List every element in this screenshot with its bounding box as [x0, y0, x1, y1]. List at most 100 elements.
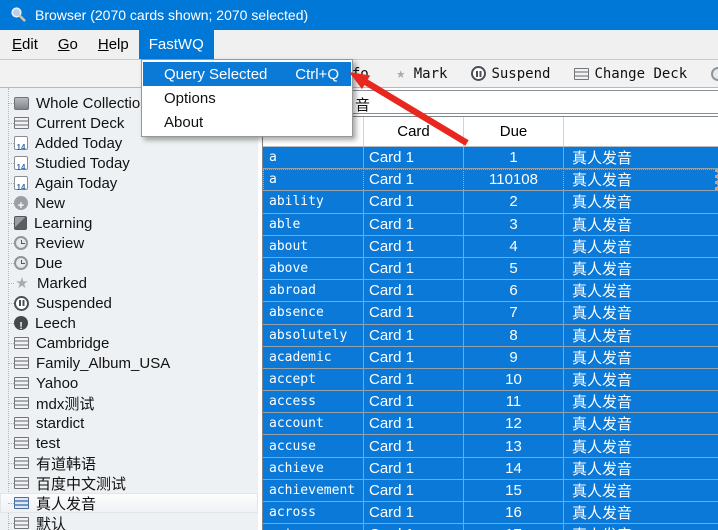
cell-due[interactable]: 10 — [464, 369, 564, 390]
cell-card[interactable]: Card 1 — [364, 302, 464, 323]
cell-sort-field[interactable]: able — [263, 214, 364, 235]
toolbar-reschedule-button[interactable] — [711, 67, 718, 81]
sidebar-item-yahoo[interactable]: Yahoo — [0, 373, 258, 393]
cell-card[interactable]: Card 1 — [364, 502, 464, 523]
menu-help[interactable]: Help — [88, 30, 139, 59]
cell-deck[interactable]: 真人发音 — [564, 435, 718, 456]
cell-due[interactable]: 2 — [464, 191, 564, 212]
cell-due[interactable]: 13 — [464, 435, 564, 456]
cell-deck[interactable]: 真人发音 — [564, 413, 718, 434]
cell-sort-field[interactable]: achieve — [263, 458, 364, 479]
cell-deck[interactable]: 真人发音 — [564, 147, 718, 168]
cell-card[interactable]: Card 1 — [364, 480, 464, 501]
table-row[interactable]: abroad Card 1 6 真人发音 — [263, 280, 718, 302]
cell-deck[interactable]: 真人发音 — [564, 236, 718, 257]
sidebar-item-youdao-korean[interactable]: 有道韩语 — [0, 453, 258, 473]
sidebar-item-test[interactable]: test — [0, 433, 258, 453]
cell-sort-field[interactable]: across — [263, 502, 364, 523]
table-row[interactable]: achievement Card 1 15 真人发音 — [263, 480, 718, 502]
table-row[interactable]: a Card 1 1 真人发音 — [263, 147, 718, 169]
cell-sort-field[interactable]: ability — [263, 191, 364, 212]
cell-deck[interactable]: 真人发音 — [564, 191, 718, 212]
cell-card[interactable]: Card 1 — [364, 280, 464, 301]
table-row[interactable]: absolutely Card 1 8 真人发音 — [263, 325, 718, 347]
cell-card[interactable]: Card 1 — [364, 258, 464, 279]
sidebar-item-review[interactable]: Review — [0, 233, 258, 253]
cell-card[interactable]: Card 1 — [364, 458, 464, 479]
cell-deck[interactable]: 真人发音 — [564, 458, 718, 479]
cell-sort-field[interactable]: academic — [263, 347, 364, 368]
cell-deck[interactable]: 真人发音 — [564, 280, 718, 301]
sidebar-item-new[interactable]: New — [0, 193, 258, 213]
cell-sort-field[interactable]: about — [263, 236, 364, 257]
sidebar-item-marked[interactable]: Marked — [0, 273, 258, 293]
cell-card[interactable]: Card 1 — [364, 413, 464, 434]
cell-due[interactable]: 7 — [464, 302, 564, 323]
menu-item-query-selected[interactable]: Query Selected Ctrl+Q — [143, 62, 351, 86]
cell-deck[interactable]: 真人发音 — [564, 391, 718, 412]
toolbar-change-deck-button[interactable]: Change Deck — [574, 66, 687, 82]
cell-deck[interactable]: 真人发音 — [564, 302, 718, 323]
table-row[interactable]: accept Card 1 10 真人发音 — [263, 369, 718, 391]
table-row[interactable]: achieve Card 1 14 真人发音 — [263, 458, 718, 480]
table-row[interactable]: account Card 1 12 真人发音 — [263, 413, 718, 435]
cell-due[interactable]: 4 — [464, 236, 564, 257]
sidebar-item-learning[interactable]: Learning — [0, 213, 258, 233]
sidebar-item-leech[interactable]: Leech — [0, 313, 258, 333]
cell-deck[interactable]: 真人发音 — [564, 214, 718, 235]
menu-edit[interactable]: Edit — [2, 30, 48, 59]
menu-item-about[interactable]: About — [143, 110, 351, 134]
cell-sort-field[interactable]: access — [263, 391, 364, 412]
table-row[interactable]: academic Card 1 9 真人发音 — [263, 347, 718, 369]
cell-due[interactable]: 14 — [464, 458, 564, 479]
cell-sort-field[interactable]: a — [263, 147, 364, 168]
cell-card[interactable]: Card 1 — [364, 391, 464, 412]
cell-due[interactable]: 110108 — [464, 169, 564, 190]
cell-due[interactable]: 8 — [464, 325, 564, 346]
sidebar-item-again-today[interactable]: Again Today — [0, 173, 258, 193]
table-row[interactable]: a Card 1 110108 真人发音 — [263, 169, 718, 191]
cell-due[interactable]: 9 — [464, 347, 564, 368]
table-row[interactable]: absence Card 1 7 真人发音 — [263, 302, 718, 324]
cell-card[interactable]: Card 1 — [364, 347, 464, 368]
table-row[interactable]: able Card 1 3 真人发音 — [263, 214, 718, 236]
sidebar-item-real-pronunciation[interactable]: 真人发音 — [0, 493, 258, 513]
menu-item-options[interactable]: Options — [143, 86, 351, 110]
table-row[interactable]: about Card 1 4 真人发音 — [263, 236, 718, 258]
cell-deck[interactable]: 真人发音 — [564, 502, 718, 523]
menu-fastwq[interactable]: FastWQ — [139, 30, 214, 59]
cell-due[interactable]: 6 — [464, 280, 564, 301]
cell-sort-field[interactable]: accuse — [263, 435, 364, 456]
cell-card[interactable]: Card 1 — [364, 236, 464, 257]
cell-card[interactable]: Card 1 — [364, 369, 464, 390]
cell-due[interactable]: 15 — [464, 480, 564, 501]
cell-due[interactable]: 12 — [464, 413, 564, 434]
sidebar-item-suspended[interactable]: Suspended — [0, 293, 258, 313]
table-row[interactable]: above Card 1 5 真人发音 — [263, 258, 718, 280]
cell-deck[interactable]: 真人发音 — [564, 325, 718, 346]
table-row[interactable]: access Card 1 11 真人发音 — [263, 391, 718, 413]
cell-sort-field[interactable]: abroad — [263, 280, 364, 301]
cell-due[interactable]: 11 — [464, 391, 564, 412]
cell-due[interactable]: 3 — [464, 214, 564, 235]
cell-card[interactable]: Card 1 — [364, 325, 464, 346]
cell-card[interactable]: Card 1 — [364, 214, 464, 235]
cell-deck[interactable]: 真人发音 — [564, 258, 718, 279]
column-header-due[interactable]: Due — [464, 117, 564, 146]
toolbar-mark-button[interactable]: Mark — [393, 65, 448, 82]
cell-card[interactable]: Card 1 — [364, 524, 464, 530]
cell-sort-field[interactable]: absolutely — [263, 325, 364, 346]
cell-card[interactable]: Card 1 — [364, 169, 464, 190]
cell-sort-field[interactable]: absence — [263, 302, 364, 323]
cell-due[interactable]: 16 — [464, 502, 564, 523]
sidebar-item-baidu-chinese-test[interactable]: 百度中文测试 — [0, 473, 258, 493]
menu-go[interactable]: Go — [48, 30, 88, 59]
cell-due[interactable]: 17 — [464, 524, 564, 530]
cell-sort-field[interactable]: accept — [263, 369, 364, 390]
sidebar-item-mdx-test[interactable]: mdx测试 — [0, 393, 258, 413]
sidebar-item-due[interactable]: Due — [0, 253, 258, 273]
cell-card[interactable]: Card 1 — [364, 191, 464, 212]
cell-deck[interactable]: 真人发音 — [564, 524, 718, 530]
cell-deck[interactable]: 真人发音 — [564, 347, 718, 368]
cell-card[interactable]: Card 1 — [364, 435, 464, 456]
